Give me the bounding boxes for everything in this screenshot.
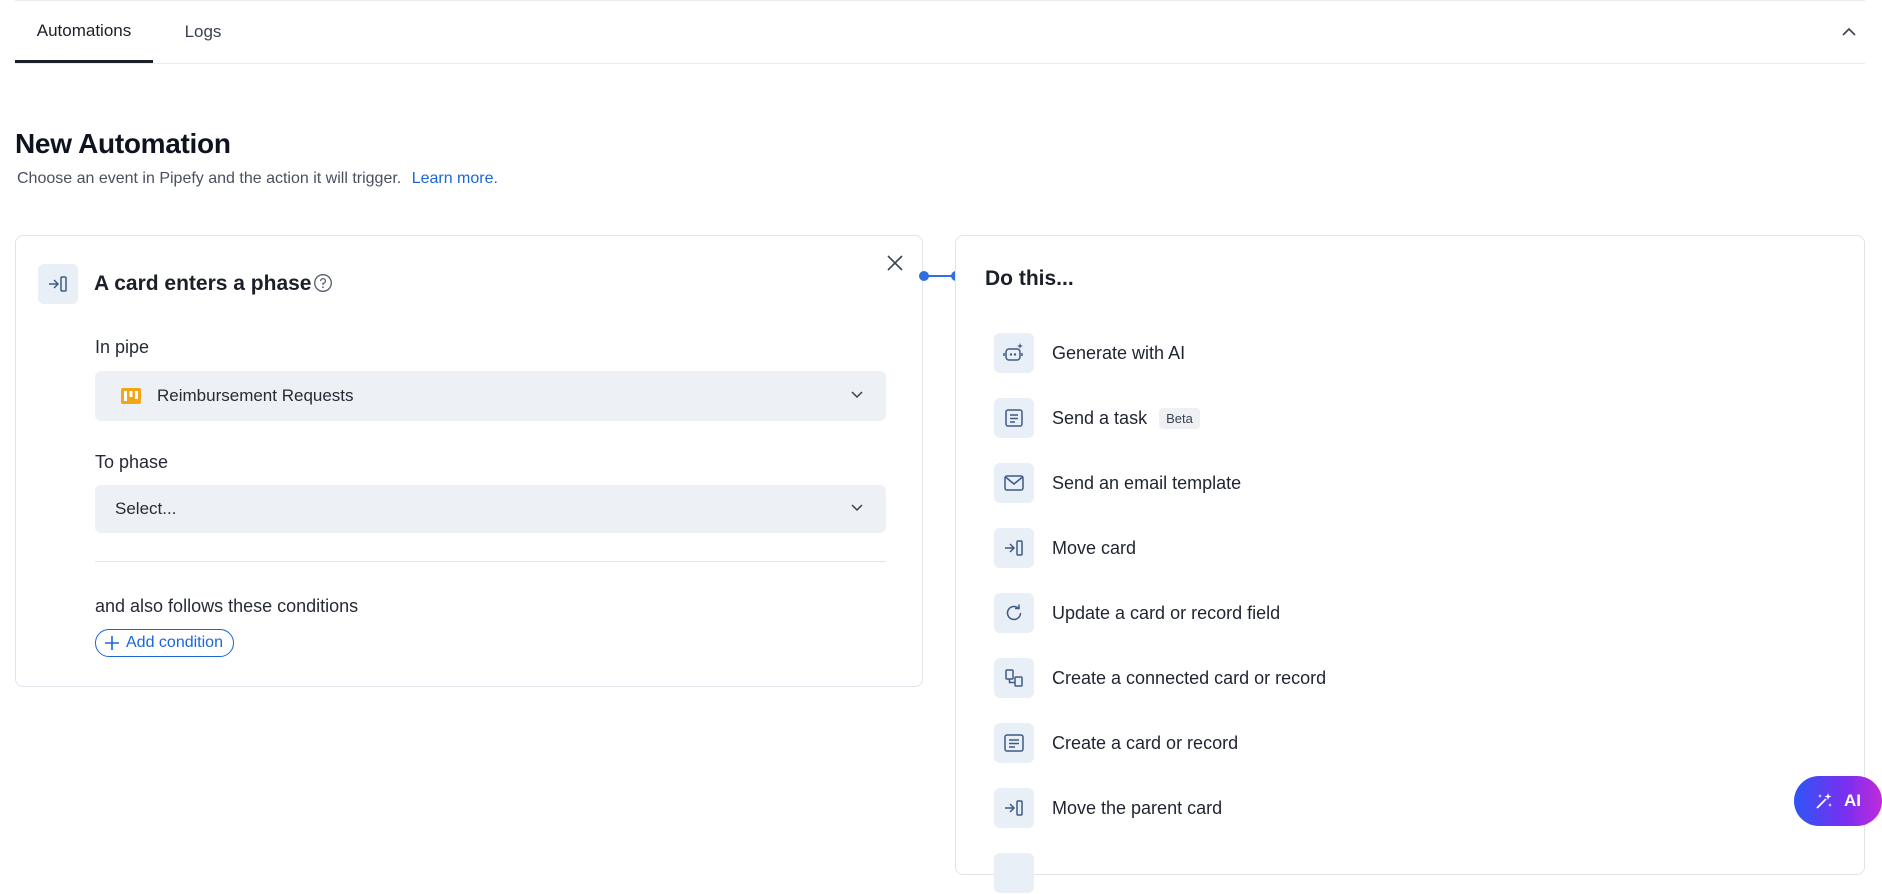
conditions-label: and also follows these conditions [95, 596, 359, 616]
trigger-card: A card enters a phase In pipe Reimbursem… [15, 235, 923, 687]
action-move-parent-card[interactable]: Move the parent card [994, 787, 1222, 829]
action-label: Create a card or record [1052, 732, 1239, 753]
action-update-field[interactable]: Update a card or record field [994, 592, 1280, 634]
partial-action-icon [994, 853, 1034, 893]
action-panel-title: Do this... [985, 267, 1074, 290]
refresh-icon [994, 593, 1034, 633]
trigger-icon-box [38, 264, 78, 304]
phase-select-placeholder: Select... [115, 499, 177, 518]
action-label: Create a connected card or record [1052, 667, 1327, 688]
pipe-select-value: Reimbursement Requests [157, 386, 354, 405]
action-label: Move the parent card [1052, 797, 1223, 818]
close-icon [887, 255, 903, 271]
learn-more-link[interactable]: Learn more. [412, 170, 498, 187]
action-generate-with-ai[interactable]: Generate with AI [994, 332, 1185, 374]
action-label: Move card [1052, 537, 1137, 558]
task-icon [994, 398, 1034, 438]
move-card-icon [49, 276, 67, 292]
card-icon [994, 723, 1034, 763]
tab-automations[interactable]: Automations [15, 2, 153, 63]
action-label: Send an email template [1052, 472, 1242, 493]
action-label: Generate with AI [1052, 342, 1186, 363]
help-icon[interactable] [313, 273, 333, 298]
move-card-icon [994, 788, 1034, 828]
envelope-icon [994, 463, 1034, 503]
action-create-connected-card[interactable]: Create a connected card or record [994, 657, 1326, 699]
ai-assistant-button[interactable]: AI [1794, 776, 1882, 826]
ai-button-label: AI [1844, 791, 1861, 810]
add-condition-button[interactable]: Add condition [95, 629, 234, 657]
divider [95, 561, 886, 562]
tab-logs[interactable]: Logs [153, 2, 253, 62]
pipe-label: In pipe [95, 337, 150, 357]
close-button[interactable] [886, 254, 904, 277]
action-label: Update a card or record field [1052, 602, 1281, 623]
page-subtitle: Choose an event in Pipefy and the action… [17, 170, 498, 188]
page-title: New Automation [15, 128, 231, 159]
action-panel: Do this... Generate with AI Send a task … [955, 235, 1865, 893]
collapse-button[interactable] [1833, 15, 1865, 47]
chevron-up-icon [1842, 27, 1856, 36]
plus-icon [105, 636, 119, 650]
phase-label: To phase [95, 452, 169, 472]
phase-select[interactable]: Select... [95, 485, 886, 533]
tabs-bar: Automations Logs [15, 0, 1865, 64]
trigger-title: A card enters a phase [94, 272, 312, 295]
action-next-partial[interactable] [994, 852, 1052, 894]
action-move-card[interactable]: Move card [994, 527, 1136, 569]
action-label: Send a task [1052, 407, 1148, 428]
add-condition-label: Add condition [126, 634, 223, 651]
beta-badge: Beta [1159, 407, 1200, 429]
chevron-down-icon [851, 391, 863, 399]
action-send-a-task[interactable]: Send a task Beta [994, 397, 1200, 439]
action-send-email-template[interactable]: Send an email template [994, 462, 1241, 504]
chevron-down-icon [851, 504, 863, 512]
move-card-icon [994, 528, 1034, 568]
pipe-icon [121, 388, 141, 404]
subtitle-text: Choose an event in Pipefy and the action… [17, 170, 402, 187]
connected-cards-icon [994, 658, 1034, 698]
ai-robot-icon [994, 333, 1034, 373]
sparkle-wand-icon [1816, 793, 1832, 809]
action-create-card[interactable]: Create a card or record [994, 722, 1238, 764]
pipe-select[interactable]: Reimbursement Requests [95, 371, 886, 421]
